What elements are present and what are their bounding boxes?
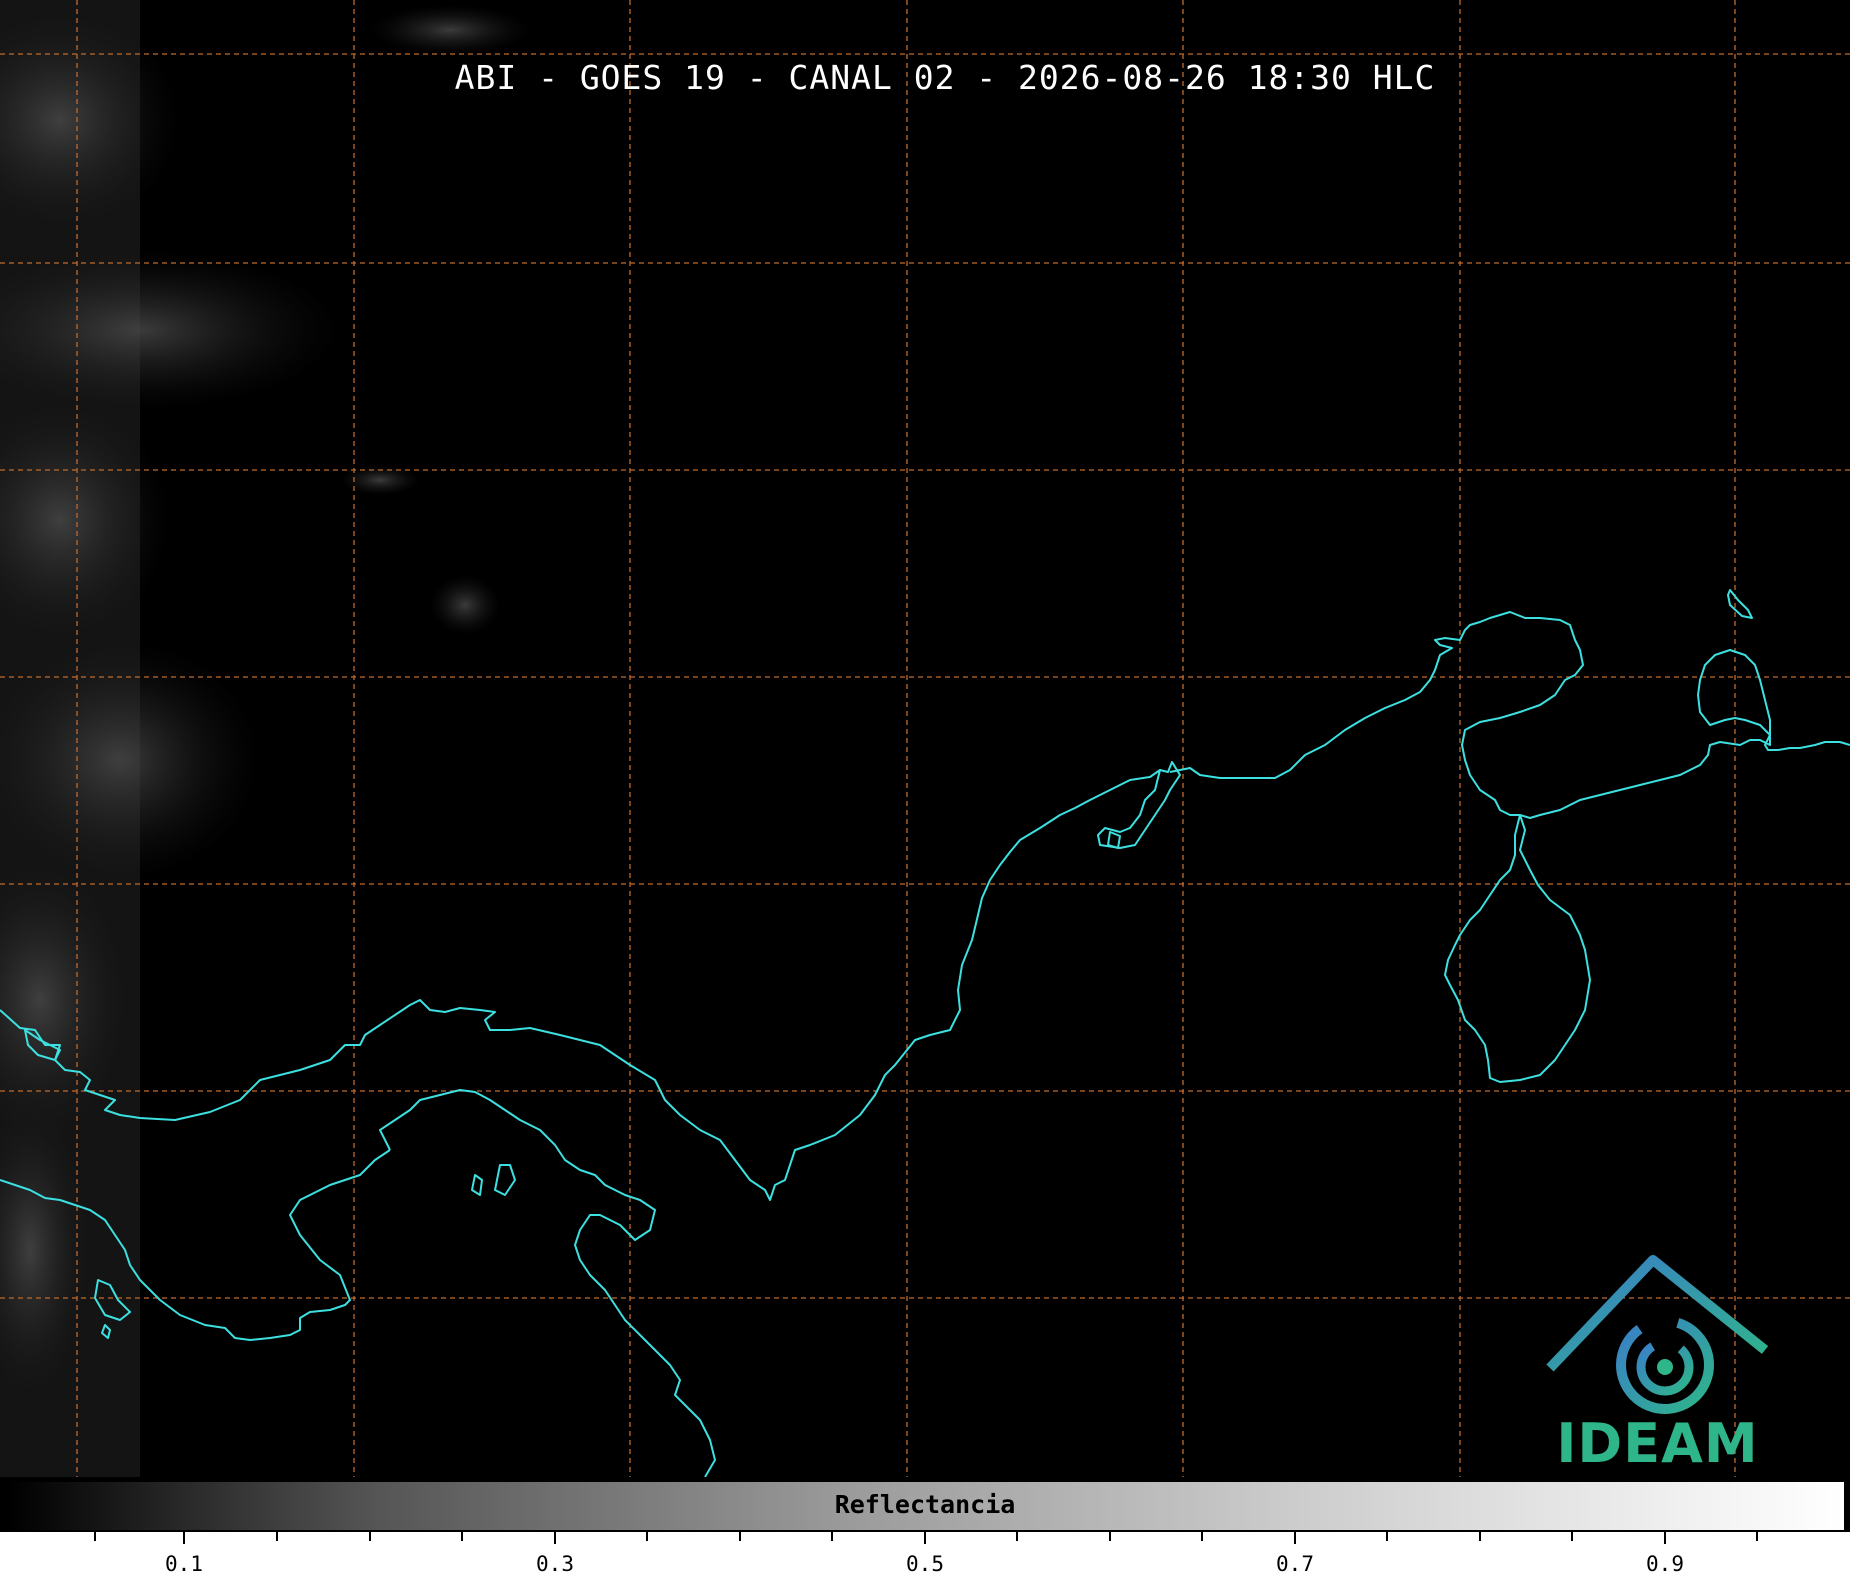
colorbar-tick-label: 0.9 [1646, 1552, 1684, 1576]
ideam-logo-text: IDEAM [1556, 1412, 1759, 1475]
colorbar-tick-label: 0.3 [536, 1552, 574, 1576]
map-title: ABI - GOES 19 - CANAL 02 - 2026-08-26 18… [454, 58, 1436, 97]
colorbar-tick-marks [94, 1532, 1758, 1544]
colorbar-label: Reflectancia [834, 1490, 1016, 1519]
colorbar-tick-label: 0.1 [165, 1552, 203, 1576]
colorbar-tick-label: 0.5 [906, 1552, 944, 1576]
colorbar-tick-label: 0.7 [1276, 1552, 1314, 1576]
